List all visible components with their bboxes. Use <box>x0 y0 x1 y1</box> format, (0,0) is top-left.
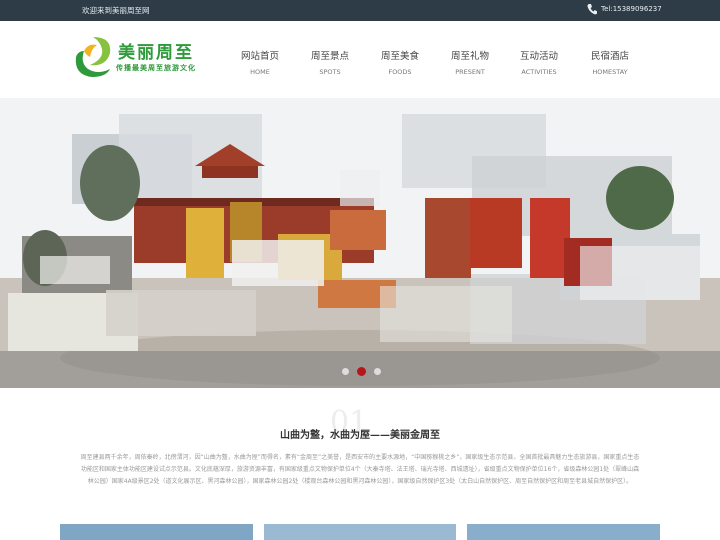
phone-icon <box>587 4 597 15</box>
nav-spots[interactable]: 周至景点 SPOTS <box>311 48 349 76</box>
feature-thumbnail[interactable] <box>467 524 660 540</box>
site-header: 美丽周至 传播最美周至旅游文化 网站首页 HOME 周至景点 SPOTS 周至美… <box>0 21 720 98</box>
section-description: 周至建县两千余年，周依秦岭，北傍渭河，因“山曲为盩，水曲为厔”而得名，素有“金周… <box>80 454 640 485</box>
site-logo[interactable]: 美丽周至 传播最美周至旅游文化 <box>70 33 210 83</box>
nav-homestay-sublabel: HOMESTAY <box>592 68 628 76</box>
nav-foods-label: 周至美食 <box>381 51 420 62</box>
hero-banner[interactable] <box>0 98 720 388</box>
phone-contact: Tel:15389096237 <box>587 3 662 15</box>
logo-title: 美丽周至 <box>118 43 194 63</box>
slide-dot-1[interactable] <box>342 368 349 375</box>
banner-photo <box>0 98 720 388</box>
welcome-text: 欢迎来到美丽周至网 <box>82 6 150 15</box>
nav-present-sublabel: PRESENT <box>455 68 485 76</box>
nav-activities[interactable]: 互动活动 ACTIVITIES <box>520 48 558 76</box>
nav-homestay-label: 民宿酒店 <box>591 51 630 62</box>
feature-thumbnail[interactable] <box>60 524 253 540</box>
nav-foods[interactable]: 周至美食 FOODS <box>381 48 419 76</box>
feature-thumbnail[interactable] <box>264 524 456 540</box>
nav-home[interactable]: 网站首页 HOME <box>241 48 279 76</box>
slide-dot-2[interactable] <box>357 367 366 376</box>
nav-home-sublabel: HOME <box>250 68 270 76</box>
nav-spots-sublabel: SPOTS <box>319 68 341 76</box>
nav-present[interactable]: 周至礼物 PRESENT <box>451 48 489 76</box>
section-title: 山曲为盩，水曲为厔——美丽金周至 <box>280 430 440 441</box>
logo-subtitle: 传播最美周至旅游文化 <box>116 64 196 72</box>
top-bar: 欢迎来到美丽周至网 Tel:15389096237 <box>0 0 720 21</box>
nav-spots-label: 周至景点 <box>311 51 350 62</box>
nav-present-label: 周至礼物 <box>451 51 490 62</box>
nav-activities-label: 互动活动 <box>520 51 559 62</box>
phone-number: Tel:15389096237 <box>601 5 662 13</box>
logo-leaf-icon <box>75 37 111 77</box>
nav-home-label: 网站首页 <box>241 51 280 62</box>
nav-foods-sublabel: FOODS <box>388 68 412 76</box>
nav-homestay[interactable]: 民宿酒店 HOMESTAY <box>591 48 629 76</box>
slide-dot-3[interactable] <box>374 368 381 375</box>
nav-activities-sublabel: ACTIVITIES <box>521 68 557 76</box>
